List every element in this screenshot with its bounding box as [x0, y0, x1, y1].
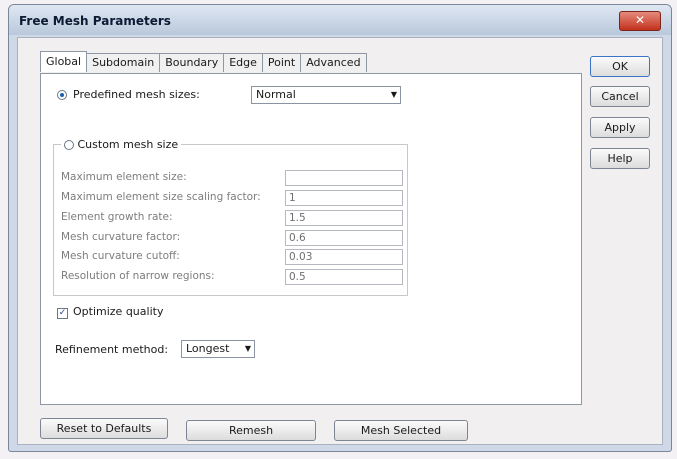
tab-point[interactable]: Point [261, 53, 302, 72]
ok-button[interactable]: OK [590, 56, 650, 77]
help-button[interactable]: Help [590, 148, 650, 169]
remesh-button[interactable]: Remesh [186, 420, 316, 441]
apply-button[interactable]: Apply [590, 117, 650, 138]
field-label-curvature-cutoff: Mesh curvature cutoff: [61, 250, 180, 262]
predefined-mesh-select[interactable]: Normal ▼ [251, 86, 401, 104]
field-label-growth-rate: Element growth rate: [61, 211, 173, 223]
field-label-max-element-size: Maximum element size: [61, 171, 187, 183]
tab-subdomain[interactable]: Subdomain [86, 53, 161, 72]
title-bar: Free Mesh Parameters ✕ [9, 5, 671, 35]
custom-mesh-label: Custom mesh size [77, 138, 179, 151]
tab-strip: Global Subdomain Boundary Edge Point Adv… [40, 51, 367, 73]
predefined-mesh-value: Normal [256, 88, 296, 101]
tab-boundary[interactable]: Boundary [159, 53, 225, 72]
scaling-factor-field[interactable]: 1 [285, 190, 403, 206]
free-mesh-parameters-dialog: Free Mesh Parameters ✕ Global Subdomain … [8, 4, 672, 452]
curvature-factor-field[interactable]: 0.6 [285, 230, 403, 246]
chevron-down-icon: ▼ [244, 344, 251, 353]
tab-global[interactable]: Global [40, 51, 88, 72]
chevron-down-icon: ▼ [390, 90, 397, 99]
optimize-quality-checkbox[interactable]: ✓ [57, 307, 68, 319]
tab-advanced[interactable]: Advanced [300, 53, 367, 72]
curvature-cutoff-field[interactable]: 0.03 [285, 249, 403, 265]
growth-rate-field[interactable]: 1.5 [285, 210, 403, 226]
global-tab-panel: Predefined mesh sizes: Normal ▼ Custom m… [40, 73, 582, 405]
custom-mesh-title: Custom mesh size [61, 138, 182, 151]
max-element-size-field[interactable] [285, 170, 403, 186]
refinement-method-select[interactable]: Longest ▼ [181, 340, 255, 358]
field-label-scaling-factor: Maximum element size scaling factor: [61, 191, 261, 203]
dialog-title: Free Mesh Parameters [19, 14, 171, 28]
predefined-mesh-label: Predefined mesh sizes: [73, 88, 200, 101]
close-button[interactable]: ✕ [619, 11, 661, 31]
checkmark-icon: ✓ [58, 307, 67, 318]
optimize-quality-label: Optimize quality [73, 305, 164, 318]
custom-mesh-radio[interactable] [64, 140, 74, 150]
predefined-mesh-radio[interactable] [57, 90, 67, 100]
field-label-curvature-factor: Mesh curvature factor: [61, 231, 181, 243]
close-icon: ✕ [634, 13, 646, 27]
refinement-method-value: Longest [186, 342, 230, 355]
tab-edge[interactable]: Edge [223, 53, 263, 72]
cancel-button[interactable]: Cancel [590, 86, 650, 107]
refinement-method-label: Refinement method: [55, 343, 169, 356]
dialog-body: Global Subdomain Boundary Edge Point Adv… [17, 37, 663, 445]
narrow-regions-field[interactable]: 0.5 [285, 269, 403, 285]
mesh-selected-button[interactable]: Mesh Selected [334, 420, 468, 441]
field-label-narrow-regions: Resolution of narrow regions: [61, 270, 215, 282]
reset-to-defaults-button[interactable]: Reset to Defaults [40, 418, 168, 439]
